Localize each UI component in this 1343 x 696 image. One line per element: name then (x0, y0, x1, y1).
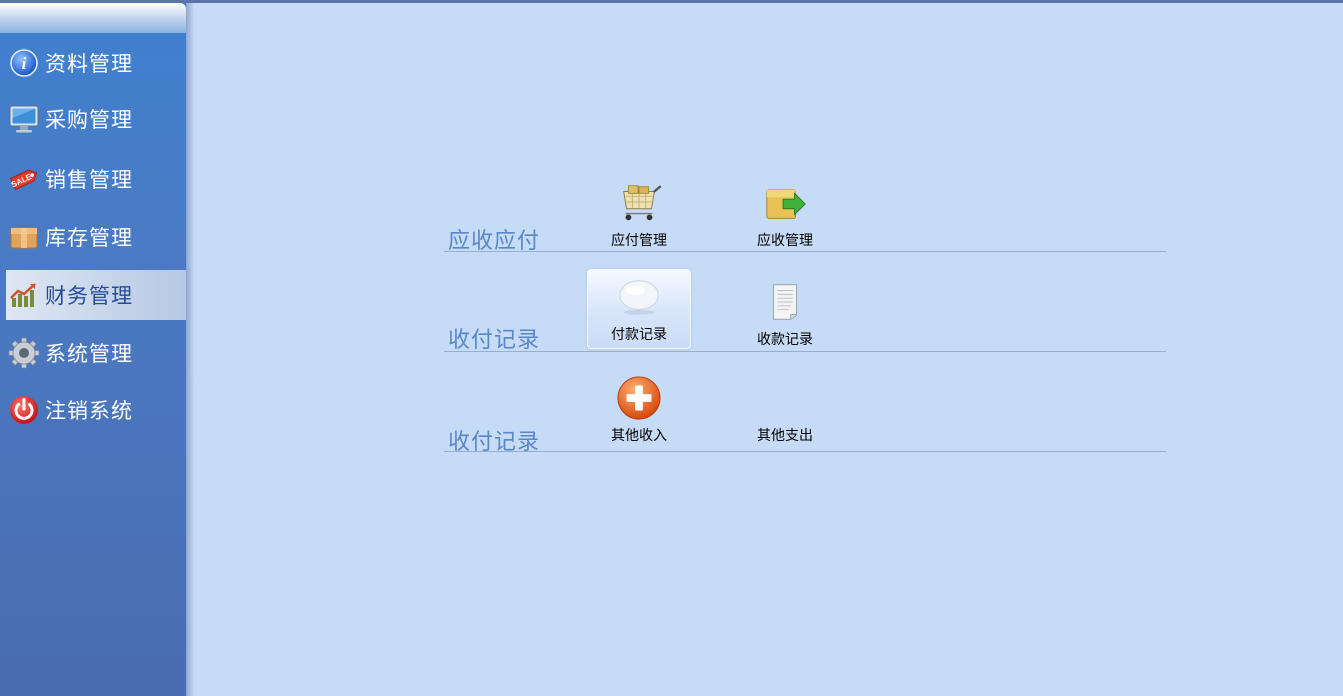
monitor-icon (8, 103, 40, 135)
sidebar-header (0, 3, 186, 33)
svg-text:i: i (22, 54, 27, 73)
tile-label: 其他收入 (611, 428, 667, 444)
tile-receipt-records[interactable]: 收款记录 (734, 275, 836, 353)
section-divider (444, 251, 1166, 252)
gear-icon (8, 337, 40, 369)
sidebar-item-label: 系统管理 (45, 342, 133, 366)
sidebar-item-inventory-management[interactable]: 库存管理 (6, 212, 186, 262)
sidebar-item-label: 销售管理 (45, 168, 133, 192)
sidebar-item-label: 采购管理 (45, 108, 133, 132)
box-icon (8, 221, 40, 253)
sidebar-item-label: 财务管理 (45, 284, 133, 308)
sidebar-item-logout[interactable]: 注销系统 (6, 385, 186, 435)
sale-tag-icon: SALE (8, 163, 40, 195)
add-circle-icon (616, 376, 662, 420)
tile-label: 收款记录 (757, 332, 813, 348)
sidebar-item-label: 资料管理 (45, 52, 133, 76)
tile-label: 其他支出 (757, 428, 813, 444)
tile-payables-management[interactable]: 应付管理 (588, 176, 690, 254)
tile-receivables-management[interactable]: 应收管理 (734, 176, 836, 254)
folder-arrow-icon (762, 182, 808, 224)
document-icon (762, 281, 808, 323)
sidebar-item-purchase-management[interactable]: 采购管理 (6, 94, 186, 144)
power-icon (8, 394, 40, 426)
section-title-payment-records: 收付记录 (448, 328, 541, 353)
info-icon: i (8, 47, 40, 79)
speech-bubble-icon (616, 276, 662, 318)
section-divider (444, 351, 1166, 352)
tile-payment-records[interactable]: 付款记录 (587, 269, 691, 349)
sidebar-item-data-management[interactable]: i 资料管理 (6, 38, 186, 88)
top-border (0, 0, 1343, 3)
sidebar-item-sales-management[interactable]: SALE 销售管理 (6, 154, 186, 204)
tile-other-expense[interactable]: 其他支出 (734, 371, 836, 449)
shopping-cart-icon (616, 182, 662, 224)
sidebar: i 资料管理 采购管理 SALE 销售管理 库存管理 财务管理 系统管理 注销系… (0, 3, 186, 696)
sidebar-divider (186, 3, 194, 696)
tile-other-income[interactable]: 其他收入 (588, 371, 690, 449)
tile-label: 应付管理 (611, 233, 667, 249)
tile-label: 应收管理 (757, 233, 813, 249)
section-divider (444, 451, 1166, 452)
sidebar-item-finance-management[interactable]: 财务管理 (6, 270, 186, 320)
sidebar-item-label: 注销系统 (45, 399, 133, 423)
chart-icon (8, 279, 40, 311)
sidebar-item-label: 库存管理 (45, 226, 133, 250)
tile-label: 付款记录 (611, 327, 667, 343)
sidebar-item-system-management[interactable]: 系统管理 (6, 328, 186, 378)
